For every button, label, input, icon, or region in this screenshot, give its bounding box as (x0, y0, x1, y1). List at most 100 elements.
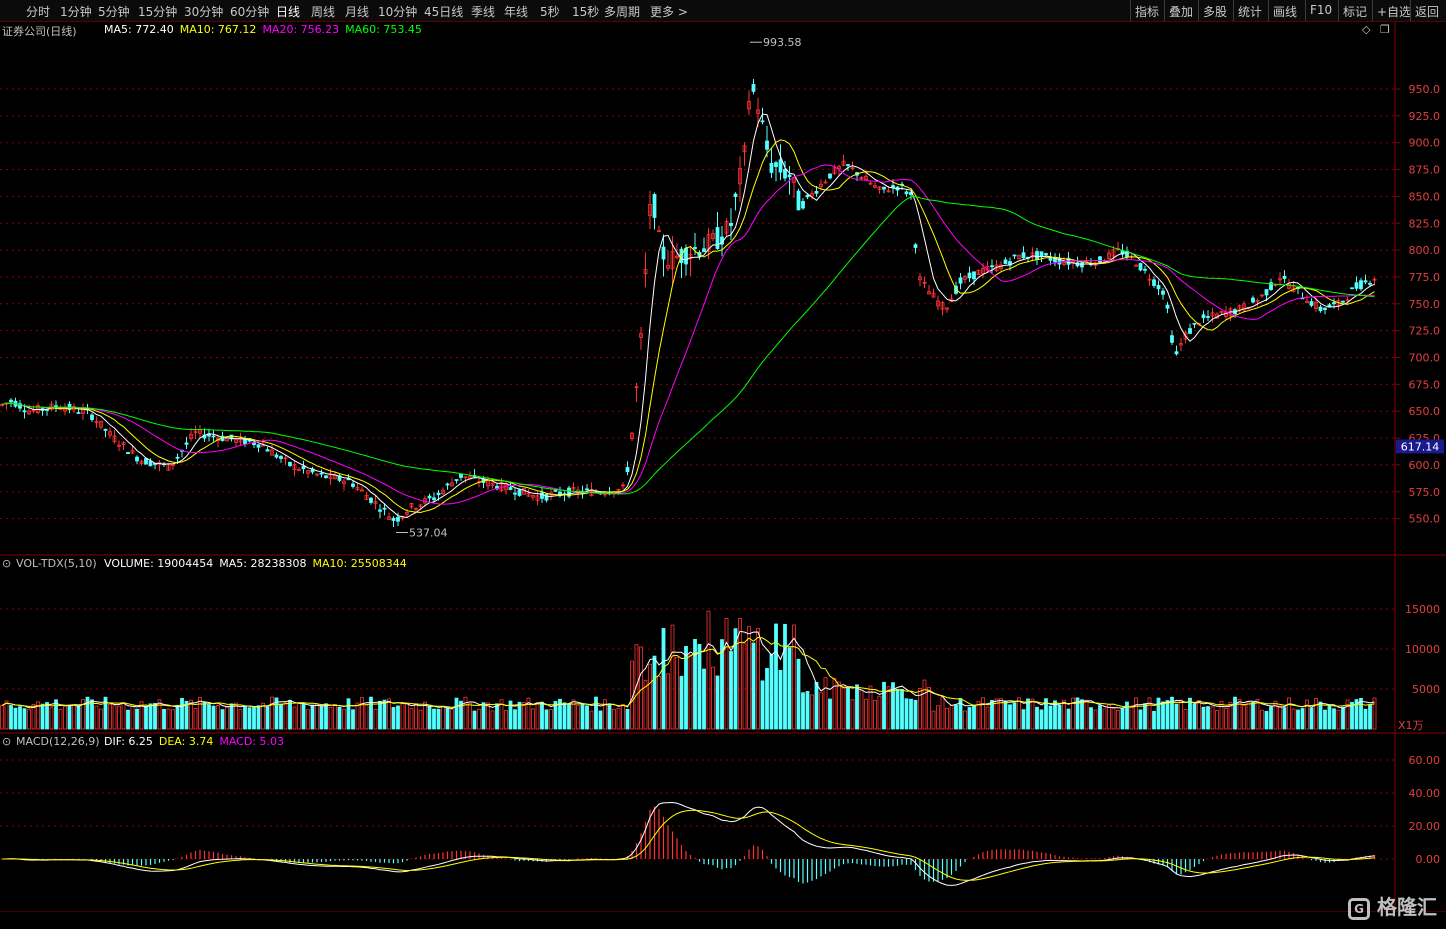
volume-bar (265, 706, 270, 730)
volume-bar (175, 704, 180, 730)
volume-bar (1017, 697, 1021, 730)
volume-bar (1084, 699, 1089, 730)
candle-body (990, 265, 994, 268)
candle-body (382, 507, 387, 510)
volume-bar (382, 699, 387, 730)
stock-chart: 950.0 925.0 900.0 875.0 850.0 825.0 800.0 775.0… (0, 22, 1446, 928)
candle-body (175, 456, 180, 459)
volume-bar (1278, 705, 1282, 730)
volume-bar (243, 705, 247, 730)
candle-body (301, 465, 306, 470)
volume-bar (333, 703, 337, 730)
volume-bar (1107, 704, 1111, 730)
volume-bar (495, 703, 499, 730)
candle-body (427, 495, 432, 499)
volume-bar (1192, 703, 1197, 730)
price-tick-label: 950.0 (1409, 83, 1441, 96)
volume-bar (652, 655, 657, 730)
volume-bar (441, 706, 445, 730)
candle-body (103, 428, 108, 431)
candle-body (585, 488, 589, 491)
candle-body (733, 193, 738, 197)
volume-bar (454, 697, 459, 730)
volume-bar (1120, 707, 1125, 730)
volume-bar (1012, 702, 1017, 730)
volume-bar (715, 675, 720, 730)
candle-body (1044, 253, 1048, 256)
volume-bar (432, 708, 436, 730)
restore-window-icon[interactable]: ❐ (1380, 23, 1390, 36)
candle-body (972, 271, 976, 280)
candle-body (846, 164, 850, 166)
volume-toggle-icon[interactable]: ⊙ (2, 557, 11, 570)
volume-value: MA5: 28238308 (219, 557, 307, 570)
volume-bar (1188, 697, 1192, 730)
diamond-icon[interactable]: ◇ (1362, 23, 1370, 36)
volume-bar (1287, 697, 1291, 730)
volume-bar (940, 696, 945, 730)
volume-bar (364, 704, 369, 730)
volume-bar (310, 704, 315, 730)
candle-body (702, 248, 706, 253)
candle-body (256, 444, 261, 448)
volume-bar (850, 699, 855, 730)
candle-body (1174, 351, 1179, 355)
ma60-line (1, 196, 1375, 495)
volume-bar (135, 708, 139, 730)
volume-bar (1138, 709, 1143, 730)
current-price-text: 617.14 (1401, 440, 1440, 453)
watermark-text: 格隆汇 (1376, 895, 1437, 919)
volume-bar (702, 668, 706, 730)
volume-bar (562, 702, 567, 730)
volume-bar (1174, 703, 1179, 730)
candle-body (1323, 307, 1327, 311)
volume-bar (414, 703, 418, 730)
volume-bar (711, 666, 715, 730)
volume-bar (198, 696, 202, 730)
time-axis (0, 912, 1446, 929)
volume-bar (1255, 698, 1260, 730)
volume-bar (1008, 704, 1012, 730)
candle-body (319, 472, 324, 475)
volume-bar (828, 698, 832, 730)
dea-line (2, 809, 1375, 881)
volume-bar (486, 702, 490, 730)
candle-body (778, 159, 783, 173)
volume-bar (463, 696, 468, 730)
macd-value: DEA: 3.74 (158, 735, 214, 748)
volume-bar (220, 709, 225, 730)
volume-bar (94, 705, 99, 730)
volume-bar (1291, 708, 1296, 730)
volume-bar (162, 708, 166, 730)
candle-body (729, 222, 733, 227)
volume-bar (531, 708, 535, 730)
volume-bar (261, 702, 265, 730)
volume-bar (1336, 709, 1341, 730)
volume-bar (585, 705, 589, 730)
candle-body (1156, 285, 1161, 290)
volume-bar (1066, 708, 1071, 730)
candle-body (369, 497, 373, 503)
volume-bar (657, 676, 661, 730)
low-marker-label: 537.04 (409, 527, 448, 540)
volume-bar (949, 705, 954, 730)
volume-bar (328, 707, 333, 730)
volume-bar (823, 677, 828, 730)
candle-body (774, 162, 778, 167)
volume-bar (801, 692, 805, 730)
volume-bar (387, 698, 391, 730)
volume-bar (1089, 707, 1093, 730)
volume-bar (9, 705, 13, 730)
volume-bar (1233, 696, 1237, 730)
candle-body (126, 452, 130, 455)
volume-bar (99, 708, 103, 730)
volume-bar (292, 706, 297, 730)
price-tick-label: 875.0 (1409, 164, 1441, 177)
candle-body (553, 489, 558, 492)
volume-bar (1030, 698, 1035, 730)
macd-toggle-icon[interactable]: ⊙ (2, 735, 11, 748)
volume-bar (1035, 706, 1039, 730)
volume-ma5-line (1, 630, 1375, 710)
candle-body (967, 272, 972, 279)
price-tick-label: 575.0 (1409, 486, 1441, 499)
